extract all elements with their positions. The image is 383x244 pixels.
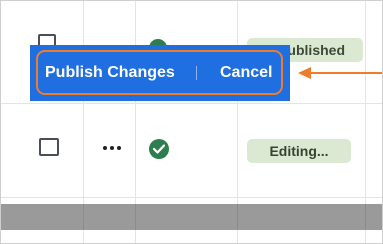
row-select-checkbox[interactable] <box>39 138 59 156</box>
arrow-left-icon <box>298 67 311 79</box>
annotation-arrow-line <box>310 72 382 74</box>
highlight-outline <box>36 50 283 95</box>
row-divider <box>1 197 382 198</box>
table-frame: Published Publish Changes Cancel Editing… <box>0 0 383 244</box>
column-divider <box>237 204 238 230</box>
column-divider <box>135 204 136 230</box>
column-divider <box>83 204 84 230</box>
table-footer-band <box>1 204 382 230</box>
ellipsis-icon[interactable] <box>99 137 125 159</box>
publish-toolbar: Publish Changes Cancel <box>30 45 290 101</box>
column-divider <box>365 204 366 230</box>
row-divider <box>1 103 382 104</box>
status-badge: Editing... <box>247 139 351 163</box>
check-circle-icon <box>149 139 169 159</box>
